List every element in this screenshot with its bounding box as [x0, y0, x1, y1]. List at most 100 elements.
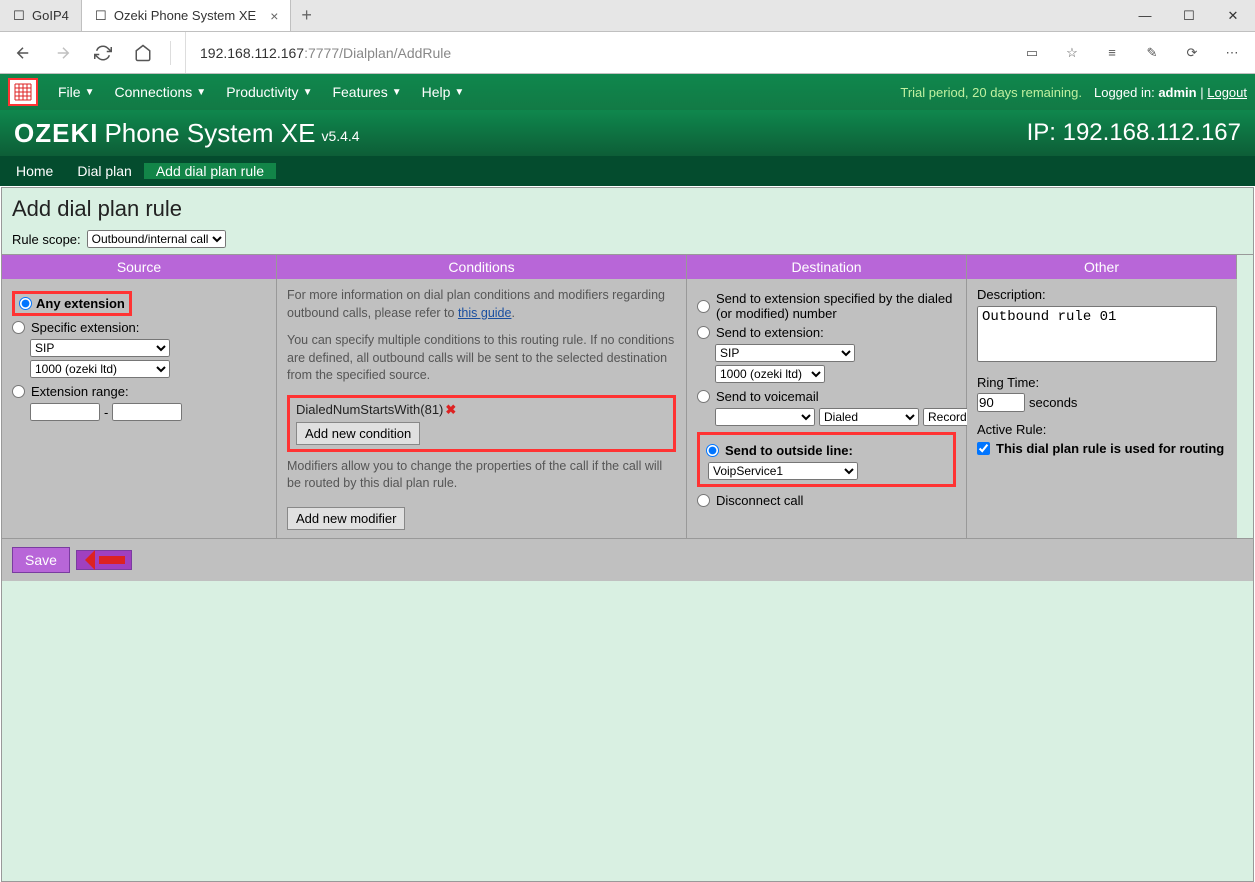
dest-opt5-row: Disconnect call: [697, 493, 956, 508]
app-menu-bar: File▼ Connections▼ Productivity▼ Feature…: [0, 74, 1255, 110]
dest-opt3-label[interactable]: Send to voicemail: [716, 389, 819, 404]
dest-opt1-row: Send to extension specified by the diale…: [697, 291, 956, 321]
addr-port: :7777: [304, 45, 339, 61]
logout-link[interactable]: Logout: [1207, 85, 1247, 100]
menu-features[interactable]: Features▼: [322, 84, 411, 100]
tab-ozeki[interactable]: ☐ Ozeki Phone System XE ×: [82, 0, 292, 31]
seconds-label: seconds: [1029, 395, 1077, 410]
page-icon: ☐: [94, 9, 108, 23]
favorite-icon[interactable]: ☆: [1059, 40, 1085, 66]
any-extension-label[interactable]: Any extension: [36, 296, 125, 311]
condition-highlight: DialedNumStartsWith(81)✖ Add new conditi…: [287, 395, 676, 452]
range-from-input[interactable]: [30, 403, 100, 421]
close-icon[interactable]: ×: [270, 8, 278, 24]
add-modifier-button[interactable]: Add new modifier: [287, 507, 405, 530]
caret-icon: ▼: [196, 87, 206, 98]
addr-host: 192.168.112.167: [200, 45, 304, 61]
page-footer-space: [2, 581, 1253, 881]
radio-any-extension[interactable]: [19, 297, 32, 310]
username: admin: [1158, 85, 1196, 100]
maximize-button[interactable]: ☐: [1167, 0, 1211, 32]
conditions-info2: You can specify multiple conditions to t…: [287, 332, 676, 385]
trial-notice: Trial period, 20 days remaining.: [900, 85, 1082, 100]
config-grid: Source Conditions Destination Other Any …: [2, 254, 1253, 538]
source-specific-row: Specific extension:: [12, 320, 266, 335]
col-header-conditions: Conditions: [277, 255, 687, 279]
crumb-dialplan[interactable]: Dial plan: [65, 163, 143, 179]
forward-button[interactable]: [50, 40, 76, 66]
dest-opt2-row: Send to extension:: [697, 325, 956, 340]
menu-connections[interactable]: Connections▼: [104, 84, 216, 100]
dest-ext-select[interactable]: 1000 (ozeki ltd): [715, 365, 825, 383]
outside-line-select[interactable]: VoipService1: [708, 462, 858, 480]
radio-dest-dialed[interactable]: [697, 300, 710, 313]
page-icon: ☐: [12, 9, 26, 23]
radio-specific-extension[interactable]: [12, 321, 25, 334]
active-rule-checkbox[interactable]: [977, 441, 990, 456]
login-info: Logged in: admin | Logout: [1094, 85, 1247, 100]
source-sip-select[interactable]: SIP: [30, 339, 170, 357]
notes-icon[interactable]: ✎: [1139, 40, 1165, 66]
reading-icon[interactable]: ▭: [1019, 40, 1045, 66]
guide-link[interactable]: this guide: [458, 306, 512, 320]
dest-opt1-label[interactable]: Send to extension specified by the diale…: [716, 291, 956, 321]
menu-help[interactable]: Help▼: [412, 84, 475, 100]
add-condition-button[interactable]: Add new condition: [296, 422, 420, 445]
dest-opt3-row: Send to voicemail: [697, 389, 956, 404]
range-dash: -: [104, 405, 108, 420]
rule-scope-row: Rule scope: Outbound/internal call: [2, 230, 1253, 254]
save-row: Save: [2, 538, 1253, 581]
description-input[interactable]: [977, 306, 1217, 362]
scope-select[interactable]: Outbound/internal call: [87, 230, 226, 248]
dest-opt2-label[interactable]: Send to extension:: [716, 325, 824, 340]
dest-sip-select[interactable]: SIP: [715, 344, 855, 362]
radio-dest-voicemail[interactable]: [697, 390, 710, 403]
extension-range-label[interactable]: Extension range:: [31, 384, 129, 399]
breadcrumb: Home Dial plan Add dial plan rule: [0, 156, 1255, 186]
save-button[interactable]: Save: [12, 547, 70, 573]
radio-extension-range[interactable]: [12, 385, 25, 398]
specific-extension-label[interactable]: Specific extension:: [31, 320, 139, 335]
remove-condition-icon[interactable]: ✖: [445, 402, 456, 417]
voicemail-select1[interactable]: [715, 408, 815, 426]
share-icon[interactable]: ⟳: [1179, 40, 1205, 66]
hub-icon[interactable]: ≡: [1099, 40, 1125, 66]
radio-dest-outside[interactable]: [706, 444, 719, 457]
tab-goip4[interactable]: ☐ GoIP4: [0, 0, 82, 31]
page-body: Add dial plan rule Rule scope: Outbound/…: [1, 187, 1254, 882]
logo-icon[interactable]: [8, 78, 38, 106]
browser-tab-strip: ☐ GoIP4 ☐ Ozeki Phone System XE × + — ☐ …: [0, 0, 1255, 32]
arrow-annotation: [76, 550, 132, 570]
crumb-home[interactable]: Home: [4, 163, 65, 179]
range-to-input[interactable]: [112, 403, 182, 421]
caret-icon: ▼: [454, 87, 464, 98]
menu-file[interactable]: File▼: [48, 84, 104, 100]
more-icon[interactable]: ⋯: [1219, 40, 1245, 66]
menu-productivity[interactable]: Productivity▼: [216, 84, 322, 100]
toolbar-right: ▭ ☆ ≡ ✎ ⟳ ⋯: [1019, 40, 1245, 66]
col-other: Description: Ring Time: seconds Active R…: [967, 279, 1237, 538]
tab-label: Ozeki Phone System XE: [114, 8, 256, 23]
back-button[interactable]: [10, 40, 36, 66]
dest-opt4-label[interactable]: Send to outside line:: [725, 443, 853, 458]
conditions-info1: For more information on dial plan condit…: [287, 287, 676, 322]
close-window-button[interactable]: ✕: [1211, 0, 1255, 32]
window-controls: — ☐ ✕: [1123, 0, 1255, 32]
minimize-button[interactable]: —: [1123, 0, 1167, 32]
ip-address: IP: 192.168.112.167: [1027, 119, 1241, 147]
home-button[interactable]: [130, 40, 156, 66]
new-tab-button[interactable]: +: [291, 5, 322, 26]
crumb-addrule[interactable]: Add dial plan rule: [144, 163, 276, 179]
active-rule-text[interactable]: This dial plan rule is used for routing: [996, 441, 1224, 456]
address-bar[interactable]: 192.168.112.167:7777/Dialplan/AddRule: [185, 32, 1005, 73]
ring-time-input[interactable]: [977, 393, 1025, 412]
col-header-destination: Destination: [687, 255, 967, 279]
radio-dest-extension[interactable]: [697, 326, 710, 339]
refresh-button[interactable]: [90, 40, 116, 66]
source-ext-select[interactable]: 1000 (ozeki ltd): [30, 360, 170, 378]
dest-opt5-label[interactable]: Disconnect call: [716, 493, 803, 508]
source-range-row: Extension range:: [12, 384, 266, 399]
radio-dest-disconnect[interactable]: [697, 494, 710, 507]
voicemail-dialed-select[interactable]: Dialed: [819, 408, 919, 426]
col-source: Any extension Specific extension: SIP 10…: [2, 279, 277, 538]
